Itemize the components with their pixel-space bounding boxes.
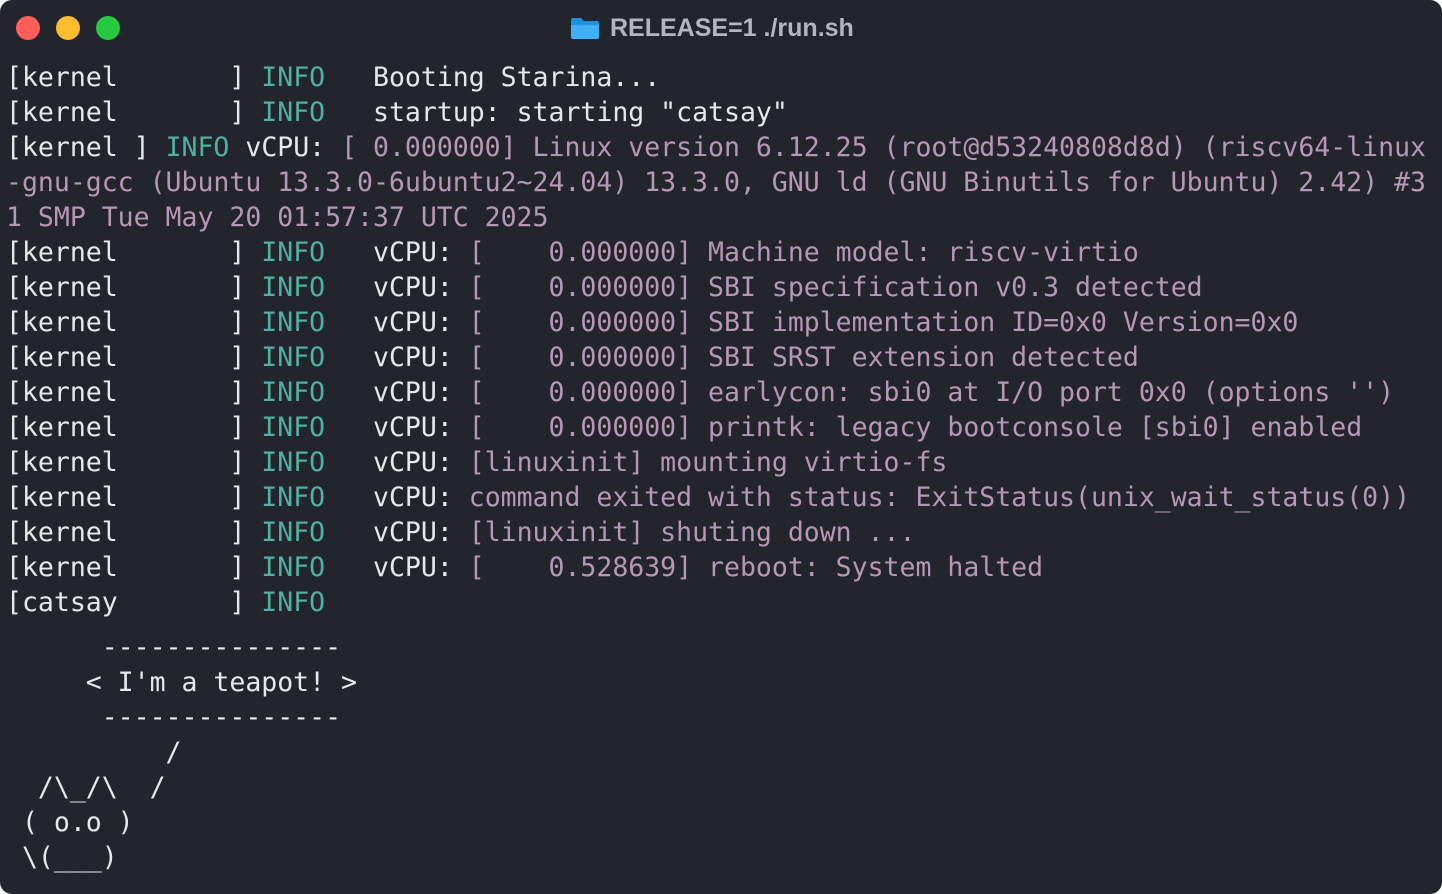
catsay-art-line: /\_/\ / xyxy=(6,772,166,803)
catsay-art-line: ( o.o ) xyxy=(6,807,134,838)
folder-icon xyxy=(571,18,599,39)
log-line: [kernel ] INFO vCPU: [ 0.000000] SBI imp… xyxy=(6,307,1299,338)
maximize-button[interactable] xyxy=(96,16,120,40)
terminal-window: RELEASE=1 ./run.sh [kernel ] INFO Bootin… xyxy=(0,0,1442,894)
log-line: [kernel ] INFO vCPU: [linuxinit] mountin… xyxy=(6,447,948,478)
log-line: [kernel ] INFO Booting Starina... xyxy=(6,62,661,93)
title-bar[interactable]: RELEASE=1 ./run.sh xyxy=(0,0,1442,56)
catsay-art-line: \(___) xyxy=(6,842,118,873)
log-line: [kernel ] INFO vCPU: [ 0.000000] SBI SRS… xyxy=(6,342,1139,373)
log-line: [kernel ] INFO startup: starting "catsay… xyxy=(6,97,788,128)
catsay-art-line: / xyxy=(6,737,182,768)
window-title: RELEASE=1 ./run.sh xyxy=(570,12,854,44)
log-line: [kernel ] INFO vCPU: [ 0.000000] printk:… xyxy=(6,412,1363,443)
log-line: [kernel ] INFO vCPU: command exited with… xyxy=(6,482,1411,513)
log-line: [kernel ] INFO vCPU: [ 0.000000] SBI spe… xyxy=(6,272,1203,303)
log-line: [catsay ] INFO xyxy=(6,587,326,618)
catsay-art-line: --------------- xyxy=(6,632,342,663)
log-line: [kernel ] INFO vCPU: [linuxinit] shuting… xyxy=(6,517,916,548)
minimize-button[interactable] xyxy=(56,16,80,40)
log-line: [kernel ] INFO vCPU: [ 0.528639] reboot:… xyxy=(6,552,1044,583)
catsay-art-line: < I'm a teapot! > xyxy=(6,667,357,698)
window-title-text: RELEASE=1 ./run.sh xyxy=(610,13,854,42)
log-line: [kernel ] INFO vCPU: [ 0.000000] Linux v… xyxy=(6,132,1426,233)
log-line: [kernel ] INFO vCPU: [ 0.000000] Machine… xyxy=(6,237,1139,268)
close-button[interactable] xyxy=(16,16,40,40)
catsay-art-line: --------------- xyxy=(6,702,342,733)
log-line: [kernel ] INFO vCPU: [ 0.000000] earlyco… xyxy=(6,377,1395,408)
terminal-output[interactable]: [kernel ] INFO Booting Starina... [kerne… xyxy=(6,60,1436,875)
